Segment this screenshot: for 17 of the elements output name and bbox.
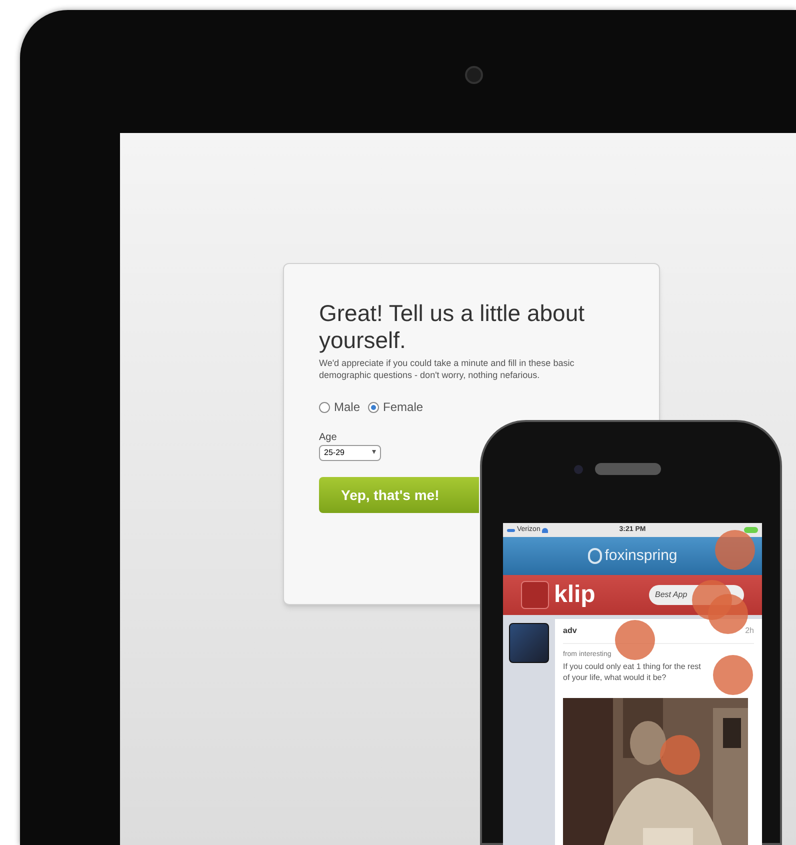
age-select[interactable]: 25-29 — [319, 445, 381, 461]
radio-option[interactable]: Female — [368, 398, 424, 416]
earpiece-icon — [595, 463, 661, 475]
caret-icon — [372, 450, 376, 456]
form-title: Great! Tell us a little about yourself. — [319, 300, 586, 354]
wifi-icon — [542, 528, 548, 532]
post-time: 2h — [745, 625, 754, 637]
post-text: If you could only eat 1 thing for the rest of your life, what would it be? — [563, 660, 702, 682]
radio-option[interactable]: Male — [319, 398, 360, 416]
app-logo: foxinspring — [604, 546, 678, 566]
header-title: klip — [554, 580, 596, 610]
signal-icon — [507, 528, 515, 532]
age-label: Age — [319, 431, 338, 445]
post-author: adv — [563, 625, 577, 637]
form-description: We'd appreciate if you could take a minute and fill in these basic demographic questions - don't worry, nothing nefarious. — [319, 357, 576, 381]
battery-icon — [744, 527, 758, 533]
avatar-icon — [509, 623, 549, 663]
